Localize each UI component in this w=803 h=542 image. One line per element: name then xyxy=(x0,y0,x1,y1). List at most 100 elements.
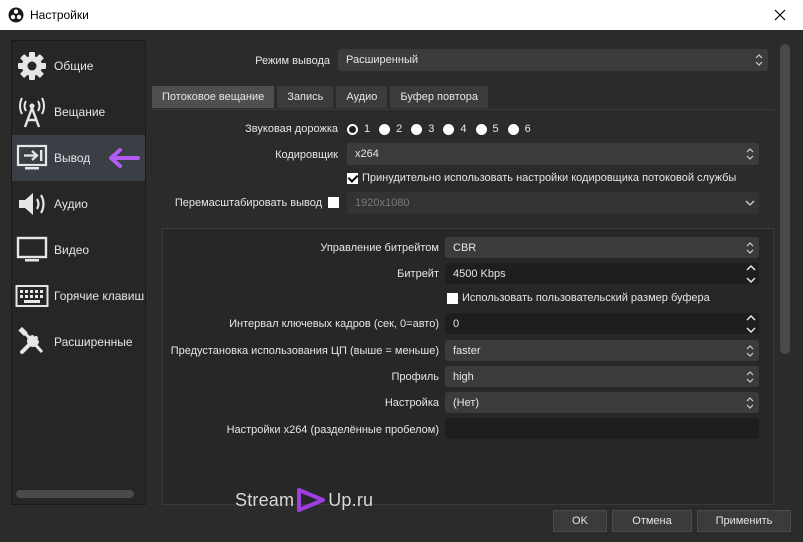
sidebar-item-stream[interactable]: Вещание xyxy=(12,89,145,135)
sidebar-item-label: Расширенные xyxy=(54,335,133,349)
sidebar-item-label: Вещание xyxy=(54,105,106,119)
window-title: Настройки xyxy=(30,8,89,22)
bitrate-label: Битрейт xyxy=(397,268,439,280)
tab-replay-buffer[interactable]: Буфер повтора xyxy=(390,86,488,108)
main-vertical-scrollbar[interactable] xyxy=(780,44,790,354)
updown-chevron-icon xyxy=(746,148,754,160)
bitrate-stepper[interactable] xyxy=(745,265,757,283)
radio-label: 2 xyxy=(396,123,403,135)
custom-buffer-label: Использовать пользовательский размер буф… xyxy=(462,292,710,304)
streamup-logo-icon xyxy=(297,488,326,512)
rescale-label: Перемасштабировать вывод xyxy=(174,197,322,209)
bitrate-value: 4500 Kbps xyxy=(453,267,506,280)
profile-select[interactable]: high xyxy=(445,366,759,387)
sidebar-item-audio[interactable]: Аудио xyxy=(12,181,145,227)
enforce-encoder-label: Принудительно использовать настройки код… xyxy=(362,172,737,184)
radio-dot xyxy=(507,123,519,135)
keyframe-interval-input[interactable]: 0 xyxy=(445,313,759,334)
title-bar: Настройки xyxy=(0,0,803,30)
tune-select[interactable]: (Нет) xyxy=(445,392,759,413)
updown-chevron-icon xyxy=(746,241,754,254)
sidebar-item-hotkeys[interactable]: Горячие клавиши xyxy=(12,273,145,319)
x264-options-input[interactable] xyxy=(445,418,759,439)
radio-dot xyxy=(379,123,391,135)
radio-label: 5 xyxy=(492,123,499,135)
gear-icon xyxy=(14,48,50,84)
tune-value: (Нет) xyxy=(453,396,480,409)
watermark-left-text: Stream xyxy=(235,489,295,510)
cpu-preset-value: faster xyxy=(453,344,481,357)
sidebar-item-label: Общие xyxy=(54,59,94,73)
audio-track-radio-3[interactable]: 3 xyxy=(411,123,434,135)
audio-track-radio-1[interactable]: 1 xyxy=(347,123,370,135)
sidebar-item-label: Аудио xyxy=(54,197,88,211)
arrow-down-icon xyxy=(746,277,756,283)
sidebar-item-label: Видео xyxy=(54,243,90,257)
ok-button[interactable]: OK xyxy=(553,510,607,532)
apply-button[interactable]: Применить xyxy=(697,510,791,532)
sidebar-item-general[interactable]: Общие xyxy=(12,43,145,89)
settings-sidebar: Общие Вещание Вывод Аудио Видео Горячие … xyxy=(11,40,146,505)
audio-track-label: Звуковая дорожка xyxy=(245,123,338,135)
sidebar-item-label: Горячие клавиши xyxy=(54,289,145,303)
cancel-button[interactable]: Отмена xyxy=(612,510,692,532)
sidebar-item-advanced[interactable]: Расширенные xyxy=(12,319,145,365)
watermark-right-text: Up.ru xyxy=(328,489,374,510)
encoder-settings-group: Управление битрейтом CBR Битрейт 4500 Kb… xyxy=(162,228,774,505)
tools-icon xyxy=(14,324,50,360)
audio-track-radio-4[interactable]: 4 xyxy=(443,123,467,135)
tab-streaming[interactable]: Потоковое вещание xyxy=(152,86,275,108)
encoder-label: Кодировщик xyxy=(275,149,338,161)
radio-label: 3 xyxy=(428,123,435,135)
output-mode-select[interactable]: Расширенный xyxy=(338,49,768,71)
bitrate-input[interactable]: 4500 Kbps xyxy=(445,263,759,284)
output-mode-label: Режим вывода xyxy=(255,55,330,67)
cpu-preset-select[interactable]: faster xyxy=(445,340,759,361)
custom-buffer-checkbox[interactable] xyxy=(447,293,458,304)
updown-chevron-icon xyxy=(746,344,754,357)
sidebar-item-label: Вывод xyxy=(54,151,91,165)
obs-logo-icon xyxy=(8,7,24,23)
audio-track-radio-6[interactable]: 6 xyxy=(507,123,531,135)
tab-recording[interactable]: Запись xyxy=(277,86,334,108)
profile-label: Профиль xyxy=(391,371,440,383)
radio-dot xyxy=(443,123,455,135)
broadcast-tower-icon xyxy=(14,94,50,130)
tab-divider xyxy=(152,109,774,110)
radio-dot xyxy=(411,123,423,135)
close-button[interactable] xyxy=(757,0,803,30)
radio-label: 1 xyxy=(364,123,371,135)
encoder-select[interactable]: x264 xyxy=(347,143,759,165)
output-tabs: Потоковое вещание Запись Аудио Буфер пов… xyxy=(152,86,491,108)
arrow-down-icon xyxy=(746,327,756,333)
keyframe-stepper[interactable] xyxy=(745,315,757,333)
close-icon xyxy=(774,9,786,21)
audio-track-radio-group: 1 2 3 4 5 6 xyxy=(347,123,540,135)
output-settings-panel: Режим вывода Расширенный Потоковое вещан… xyxy=(152,40,774,505)
rescale-checkbox[interactable] xyxy=(328,197,339,208)
radio-dot xyxy=(475,123,487,135)
tab-audio[interactable]: Аудио xyxy=(336,86,388,108)
monitor-icon xyxy=(14,232,50,268)
radio-label: 4 xyxy=(460,123,467,135)
arrow-up-icon xyxy=(746,315,756,321)
audio-track-radio-5[interactable]: 5 xyxy=(475,123,499,135)
arrow-up-icon xyxy=(746,265,756,271)
profile-value: high xyxy=(453,370,474,383)
enforce-encoder-checkbox[interactable] xyxy=(347,173,358,184)
audio-track-radio-2[interactable]: 2 xyxy=(379,123,402,135)
tune-label: Настройка xyxy=(384,397,439,409)
sidebar-horizontal-scrollbar[interactable] xyxy=(16,490,134,498)
keyframe-interval-value: 0 xyxy=(453,317,460,330)
rate-control-label: Управление битрейтом xyxy=(320,242,439,254)
rate-control-select[interactable]: CBR xyxy=(445,237,759,258)
watermark: Stream Up.ru xyxy=(235,487,373,513)
radio-label: 6 xyxy=(524,123,531,135)
keyframe-interval-label: Интервал ключевых кадров (сек, 0=авто) xyxy=(229,318,439,330)
updown-chevron-icon xyxy=(755,54,763,66)
keyboard-icon xyxy=(14,278,50,314)
rescale-resolution-select: 1920x1080 xyxy=(347,192,759,214)
x264-options-label: Настройки x264 (разделённые пробелом) xyxy=(226,424,439,436)
sidebar-item-video[interactable]: Видео xyxy=(12,227,145,273)
updown-chevron-icon xyxy=(746,396,754,409)
